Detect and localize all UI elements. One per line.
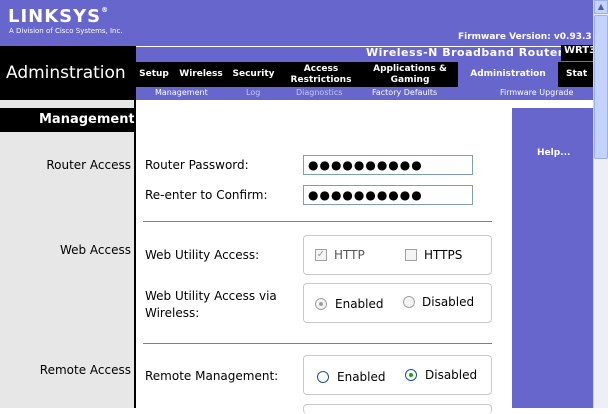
scrollbar-thumb[interactable] — [594, 15, 608, 159]
web-utility-wireless-label-line2: Wireless: — [145, 306, 200, 320]
router-password-label: Router Password: — [145, 158, 249, 172]
nav-administration[interactable]: Administration — [460, 62, 556, 87]
web-utility-access-label: Web Utility Access: — [145, 248, 260, 262]
router-access-label: Router Access — [46, 158, 131, 172]
nav-setup[interactable]: Setup — [136, 62, 172, 87]
help-link[interactable]: Help... — [537, 148, 570, 158]
next-group — [303, 404, 492, 414]
subnav-log[interactable]: Log — [246, 88, 260, 97]
subnav-firmware-upgrade[interactable]: Firmware Upgrade — [500, 88, 573, 97]
help-column-top — [511, 100, 593, 108]
remote-enabled-radio[interactable] — [317, 371, 329, 383]
subnav-factory-defaults[interactable]: Factory Defaults — [372, 88, 437, 97]
section-title: Adminstration — [6, 63, 126, 83]
https-label: HTTPS — [424, 248, 463, 262]
remote-disabled-radio[interactable] — [405, 369, 417, 381]
wireless-enabled-label: Enabled — [335, 297, 384, 311]
product-name: Wireless-N Broadband Router — [366, 46, 564, 59]
wireless-disabled-label: Disabled — [422, 295, 475, 309]
https-checkbox[interactable] — [405, 249, 417, 261]
divider — [143, 221, 492, 222]
linksys-logo: LINKSYS® — [8, 6, 110, 27]
wireless-disabled-radio[interactable] — [403, 296, 415, 308]
wireless-enabled-radio[interactable] — [315, 298, 327, 310]
remote-disabled-label: Disabled — [425, 368, 478, 382]
firmware-version: Firmware Version: v0.93.3 — [458, 32, 592, 42]
nav-status[interactable]: Stat — [566, 62, 593, 87]
management-header: Management — [39, 112, 135, 127]
nav-applications-gaming[interactable]: Applications & Gaming — [364, 62, 456, 87]
nav-security[interactable]: Security — [229, 62, 278, 87]
web-utility-wireless-label-line1: Web Utility Access via — [145, 289, 277, 303]
nav-wireless[interactable]: Wireless — [176, 62, 226, 87]
subnav-management[interactable]: Management — [155, 88, 208, 97]
http-label: HTTP — [334, 248, 365, 262]
remote-management-label: Remote Management: — [145, 369, 279, 383]
subnav-diagnostics[interactable]: Diagnostics — [296, 88, 342, 97]
remote-access-label: Remote Access — [39, 363, 131, 377]
nav-access-restrictions[interactable]: Access Restrictions — [283, 62, 359, 87]
confirm-password-input[interactable]: ●●●●●●●●●● — [303, 185, 473, 205]
web-access-label: Web Access — [59, 243, 131, 257]
model-label: WRT3 — [561, 45, 593, 61]
confirm-password-label: Re-enter to Confirm: — [145, 188, 268, 202]
tagline: A Division of Cisco Systems, Inc. — [9, 27, 123, 35]
divider — [143, 343, 492, 344]
router-password-input[interactable]: ●●●●●●●●●● — [303, 155, 473, 175]
scroll-up-arrow-icon[interactable]: ▲ — [594, 0, 608, 14]
web-utility-access-group — [303, 235, 492, 275]
remote-enabled-label: Enabled — [337, 370, 386, 384]
http-checkbox[interactable]: ✓ — [315, 249, 327, 261]
